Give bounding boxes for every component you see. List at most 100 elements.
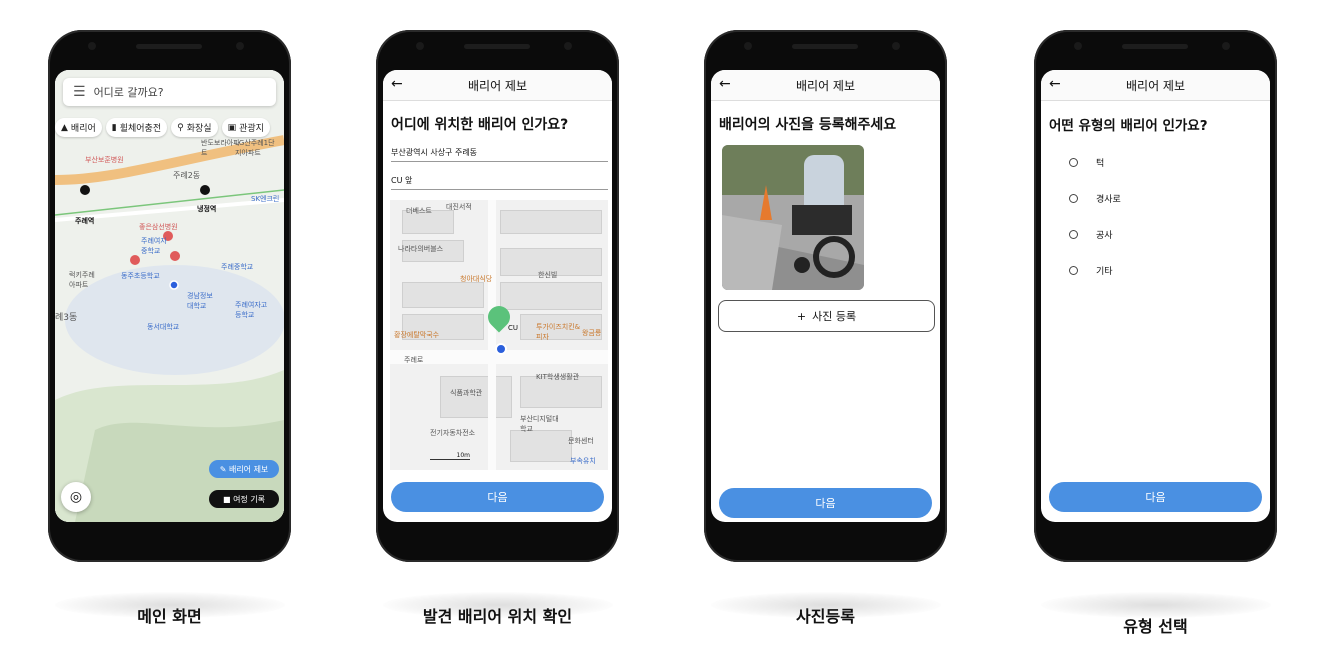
next-button[interactable]: 다음 [1049, 482, 1262, 512]
app-bar-title: 배리어 제보 [795, 78, 855, 93]
pencil-icon: ✎ [219, 464, 229, 474]
map-building [500, 210, 602, 234]
map-label: LG산주례1단지아파트 [235, 139, 275, 157]
next-button[interactable]: 다음 [719, 488, 932, 518]
caption-location: 발견 배리어 위치 확인 [422, 607, 573, 626]
option-label: 공사 [1096, 231, 1113, 241]
camera [416, 42, 424, 50]
restroom-icon: ⚲ [177, 122, 184, 133]
battery-icon: ▮ [111, 122, 117, 133]
caption-main: 메인 화면 [137, 607, 202, 626]
next-button[interactable]: 다음 [391, 482, 604, 512]
phone-type: ← 배리어 제보 어떤 유형의 배리어 인가요? 턱 경사로 공사 기타 다음 [1034, 30, 1277, 562]
map-label: 동서대학교 [147, 323, 180, 331]
screen-main: 부산보훈병원 반도보라아파트 LG산주례1단지아파트 주례2동 주례역 냉정역 … [55, 70, 284, 522]
photo-graphic [722, 145, 864, 290]
radio-button[interactable] [1069, 230, 1078, 239]
chip-label: 화장실 [186, 124, 212, 134]
app-bar: ← 배리어 제보 [383, 70, 612, 101]
chip-barrier[interactable]: ▲ 배리어 [55, 118, 102, 137]
screen-location: ← 배리어 제보 어디에 위치한 배리어 인가요? 부산광역시 사상구 주례동 … [383, 70, 612, 522]
map-label: 대진서적 [446, 203, 472, 211]
phone-photo: ← 배리어 제보 배리어의 사진을 등록해주세요 + 사진 등록 다음 [704, 30, 947, 562]
category-chips: ▲ 배리어 ▮ 휠체어충전 ⚲ 화장실 ▣ 관광지 [55, 118, 270, 137]
map-building [402, 282, 484, 308]
map-label: 례3동 [55, 313, 78, 323]
speaker [136, 44, 202, 49]
map-label: 더베스트 [406, 207, 432, 215]
map-label: 전기자동차전소 [430, 429, 476, 437]
map-label: 투가이즈치킨&피자 [536, 323, 581, 341]
map-label: 청아대식당 [460, 275, 493, 283]
camera [564, 42, 572, 50]
map-label: 부산보훈병원 [85, 156, 124, 164]
video-icon: ■ [222, 494, 234, 504]
back-arrow-icon[interactable]: ← [391, 76, 403, 92]
map-label: 주례역 [75, 217, 95, 225]
radio-button[interactable] [1069, 194, 1078, 203]
camera [236, 42, 244, 50]
map-label: 주례2동 [173, 171, 201, 180]
address-field[interactable]: 부산광역시 사상구 주례동 [391, 142, 608, 162]
map-label: 한신빌 [538, 271, 558, 279]
page-heading: 배리어의 사진을 등록해주세요 [719, 117, 897, 133]
camera [1074, 42, 1082, 50]
menu-icon[interactable]: ☰ [73, 84, 86, 100]
map-label: 냉정역 [197, 205, 217, 213]
phone-main: 부산보훈병원 반도보라아파트 LG산주례1단지아파트 주례2동 주례역 냉정역 … [48, 30, 291, 562]
map-label: KIT학생생활관 [536, 373, 580, 381]
radio-button[interactable] [1069, 266, 1078, 275]
page-heading: 어디에 위치한 배리어 인가요? [391, 117, 569, 133]
map-building [500, 282, 602, 310]
map[interactable]: 부산보훈병원 반도보라아파트 LG산주례1단지아파트 주례2동 주례역 냉정역 … [55, 70, 284, 522]
plus-icon: + [796, 309, 807, 323]
back-arrow-icon[interactable]: ← [1049, 76, 1061, 92]
chip-label: 휠체어충전 [119, 124, 162, 134]
option-slope[interactable]: 경사로 [1069, 192, 1121, 205]
screen-photo: ← 배리어 제보 배리어의 사진을 등록해주세요 + 사진 등록 다음 [711, 70, 940, 522]
chip-restroom[interactable]: ⚲ 화장실 [171, 118, 218, 137]
page-heading: 어떤 유형의 배리어 인가요? [1049, 118, 1208, 134]
briefcase-icon: ▣ [227, 122, 237, 133]
chip-wheelchair-charging[interactable]: ▮ 휠체어충전 [105, 118, 168, 137]
option-construction[interactable]: 공사 [1069, 228, 1113, 241]
detail-field[interactable]: CU 앞 [391, 170, 608, 190]
scale-bar: 10m [430, 452, 470, 460]
search-bar[interactable]: ☰ 어디로 갈까요? [63, 78, 276, 106]
back-arrow-icon[interactable]: ← [719, 76, 731, 92]
my-location-button[interactable]: ◎ [61, 482, 91, 512]
report-barrier-button[interactable]: ✎ 배리어 제보 [209, 460, 279, 478]
map-label: 황장에탈막국수 [394, 331, 440, 339]
search-placeholder: 어디로 갈까요? [93, 86, 164, 99]
caption-type: 유형 선택 [1123, 617, 1188, 636]
camera [744, 42, 752, 50]
option-other[interactable]: 기타 [1069, 264, 1113, 277]
location-target-icon: ◎ [69, 489, 83, 505]
chip-label: 배리어 [70, 124, 96, 134]
warning-icon: ▲ [61, 122, 68, 133]
map-label: 문화센터 [568, 437, 594, 445]
map-label: 럭키주례아파트 [69, 271, 95, 289]
barrier-photo [722, 145, 864, 290]
map-label: SK엔크린 [251, 195, 280, 203]
speaker [1122, 44, 1188, 49]
option-threshold[interactable]: 턱 [1069, 156, 1104, 169]
location-map[interactable]: 더베스트 대진서적 나라타의버블스 청아대식당 한신빌 황장에탈막국수 투가이즈… [390, 200, 608, 470]
map-label: 동주초등학교 [121, 272, 160, 280]
map-label: 주례여자고등학교 [235, 301, 268, 319]
add-photo-button[interactable]: + 사진 등록 [718, 300, 935, 332]
map-label: 경남정보대학교 [187, 292, 213, 310]
map-label: 식품과학관 [450, 389, 483, 397]
map-label: 나라타의버블스 [398, 245, 444, 253]
radio-button[interactable] [1069, 158, 1078, 167]
button-label: 배리어 제보 [228, 464, 269, 474]
map-label: 부속유치 [570, 457, 596, 465]
map-label: 좋은삼선병원 [139, 223, 178, 231]
caption-photo: 사진등록 [796, 607, 855, 626]
chip-tourism[interactable]: ▣ 관광지 [221, 118, 270, 137]
map-label: CU [508, 324, 519, 332]
current-location-dot [495, 343, 507, 355]
map-building [510, 430, 572, 462]
journey-record-button[interactable]: ■ 여정 기록 [209, 490, 279, 508]
camera [892, 42, 900, 50]
